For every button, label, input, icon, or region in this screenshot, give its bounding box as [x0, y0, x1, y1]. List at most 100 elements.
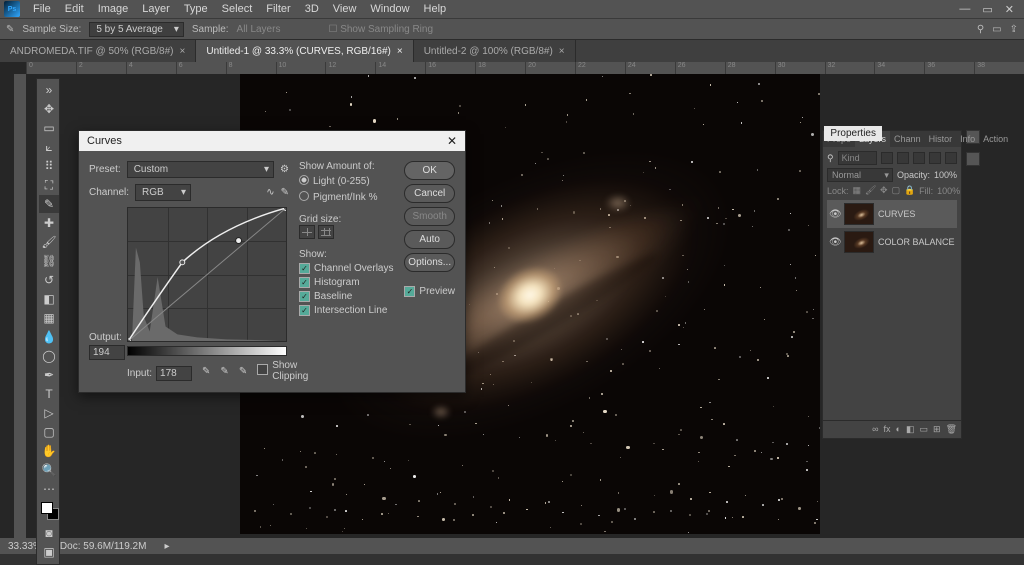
filter-smart-icon[interactable] — [945, 152, 957, 164]
eyedropper-tool-icon[interactable]: ✎ — [39, 195, 59, 213]
baseline-checkbox[interactable] — [299, 291, 310, 302]
stamp-tool-icon[interactable]: ⛓ — [39, 252, 59, 270]
preview-checkbox[interactable] — [404, 286, 415, 297]
input-input[interactable] — [156, 366, 192, 381]
menu-type[interactable]: Type — [177, 3, 215, 15]
doc-info-chevron-icon[interactable]: ▸ — [164, 541, 169, 552]
lock-all-icon[interactable]: 🔒 — [904, 185, 915, 196]
blur-tool-icon[interactable]: 💧 — [39, 328, 59, 346]
visibility-icon[interactable]: 👁 — [829, 237, 840, 248]
dodge-tool-icon[interactable]: ◯ — [39, 347, 59, 365]
link-layers-icon[interactable]: ∞ — [872, 424, 878, 435]
cancel-button[interactable]: Cancel — [404, 184, 455, 203]
curve-graph[interactable] — [127, 207, 287, 342]
channel-overlays-checkbox[interactable] — [299, 263, 310, 274]
filter-shape-icon[interactable] — [929, 152, 941, 164]
window-close-icon[interactable]: ✕ — [1005, 3, 1014, 16]
shape-tool-icon[interactable]: ▢ — [39, 423, 59, 441]
curve-draw-mode-icon[interactable]: ∿ — [266, 187, 274, 198]
menu-select[interactable]: Select — [215, 3, 260, 15]
move-tool-icon[interactable]: ✥ — [39, 100, 59, 118]
intersection-checkbox[interactable] — [299, 305, 310, 316]
visibility-icon[interactable]: 👁 — [829, 209, 840, 220]
window-minimize-icon[interactable]: — — [959, 3, 970, 16]
collapsed-panel-icon[interactable] — [966, 152, 980, 166]
close-icon[interactable]: × — [180, 46, 186, 57]
lock-pixels-icon[interactable]: 🖌 — [865, 185, 876, 196]
ok-button[interactable]: OK — [404, 161, 455, 180]
lock-artboard-icon[interactable]: ▢ — [892, 185, 901, 196]
group-icon[interactable]: ▭ — [920, 424, 929, 435]
path-tool-icon[interactable]: ▷ — [39, 404, 59, 422]
tab-andromeda[interactable]: ANDROMEDA.TIF @ 50% (RGB/8#)× — [0, 40, 196, 62]
dialog-titlebar[interactable]: Curves ✕ — [79, 131, 465, 151]
tab-untitled2[interactable]: Untitled-2 @ 100% (RGB/8#)× — [414, 40, 576, 62]
close-icon[interactable]: × — [397, 46, 403, 57]
search-icon[interactable]: ⚲ — [977, 24, 984, 35]
tab-untitled1[interactable]: Untitled-1 @ 33.3% (CURVES, RGB/16#)× — [196, 40, 413, 62]
opacity-value[interactable]: 100% — [934, 170, 957, 180]
output-input[interactable] — [89, 345, 125, 360]
hand-tool-icon[interactable]: ✋ — [39, 442, 59, 460]
layer-name[interactable]: COLOR BALANCE — [878, 237, 955, 247]
filter-adjust-icon[interactable] — [897, 152, 909, 164]
close-icon[interactable]: × — [559, 46, 565, 57]
doc-size[interactable]: Doc: 59.6M/119.2M — [60, 541, 147, 552]
show-clipping-checkbox[interactable] — [257, 364, 268, 378]
brush-tool-icon[interactable]: 🖌 — [39, 233, 59, 251]
light-radio[interactable] — [299, 175, 309, 188]
adjustment-layer-icon[interactable]: ◧ — [906, 424, 915, 435]
layer-filter-select[interactable]: Kind — [838, 151, 877, 165]
eyedropper-black-icon[interactable]: ✎ — [202, 366, 210, 377]
menu-3d[interactable]: 3D — [298, 3, 326, 15]
show-sampling-ring-checkbox[interactable]: ☐ Show Sampling Ring — [328, 24, 433, 35]
panel-tab-history[interactable]: Histor — [925, 131, 957, 147]
eyedropper-white-icon[interactable]: ✎ — [239, 366, 247, 377]
eraser-tool-icon[interactable]: ◧ — [39, 290, 59, 308]
fill-value[interactable]: 100% — [937, 186, 960, 196]
trash-icon[interactable]: 🗑 — [946, 424, 957, 435]
layer-thumbnail[interactable] — [844, 231, 874, 253]
gradient-tool-icon[interactable]: ▦ — [39, 309, 59, 327]
window-restore-icon[interactable]: ▭ — [982, 3, 992, 16]
histogram-checkbox[interactable] — [299, 277, 310, 288]
auto-button[interactable]: Auto — [404, 230, 455, 249]
color-swatches[interactable] — [39, 502, 57, 524]
foreground-swatch[interactable] — [41, 502, 53, 514]
lock-position-icon[interactable]: ✥ — [880, 185, 888, 196]
layer-row[interactable]: 👁 CURVES — [827, 200, 957, 228]
pigment-radio[interactable] — [299, 191, 309, 204]
filter-type-icon[interactable] — [913, 152, 925, 164]
layer-mask-icon[interactable]: ◐ — [896, 424, 901, 435]
layer-fx-icon[interactable]: fx — [884, 424, 891, 435]
screen-mode-icon[interactable]: ▣ — [39, 543, 59, 561]
properties-tab[interactable]: Properties — [824, 126, 882, 141]
panel-tab-actions[interactable]: Action — [979, 131, 1012, 147]
workspace-icon[interactable]: ▭ — [992, 24, 1001, 35]
menu-filter[interactable]: Filter — [259, 3, 297, 15]
menu-help[interactable]: Help — [417, 3, 454, 15]
eyedropper-gray-icon[interactable]: ✎ — [220, 366, 228, 377]
filter-pixel-icon[interactable] — [881, 152, 893, 164]
new-layer-icon[interactable]: ⊞ — [933, 424, 941, 435]
preset-select[interactable]: Custom — [127, 161, 274, 178]
curve-pencil-mode-icon[interactable]: ✎ — [281, 187, 289, 198]
quick-mask-icon[interactable]: ◙ — [39, 524, 59, 542]
marquee-tool-icon[interactable]: ▭ — [39, 119, 59, 137]
pen-tool-icon[interactable]: ✒ — [39, 366, 59, 384]
blend-mode-select[interactable]: Normal — [827, 168, 893, 182]
collapse-icon[interactable]: » — [39, 81, 59, 99]
layer-row[interactable]: 👁 COLOR BALANCE — [827, 228, 957, 256]
search-icon[interactable]: ⚲ — [827, 153, 834, 164]
menu-window[interactable]: Window — [363, 3, 416, 15]
lasso-tool-icon[interactable]: ⟀ — [39, 138, 59, 156]
layer-thumbnail[interactable] — [844, 203, 874, 225]
zoom-tool-icon[interactable]: 🔍 — [39, 461, 59, 479]
crop-tool-icon[interactable]: ⛶ — [39, 176, 59, 194]
menu-image[interactable]: Image — [91, 3, 136, 15]
panel-tab-channels[interactable]: Chann — [890, 131, 925, 147]
menu-edit[interactable]: Edit — [58, 3, 91, 15]
lock-transparency-icon[interactable]: ▦ — [853, 185, 862, 196]
history-brush-tool-icon[interactable]: ↺ — [39, 271, 59, 289]
layer-name[interactable]: CURVES — [878, 209, 915, 219]
